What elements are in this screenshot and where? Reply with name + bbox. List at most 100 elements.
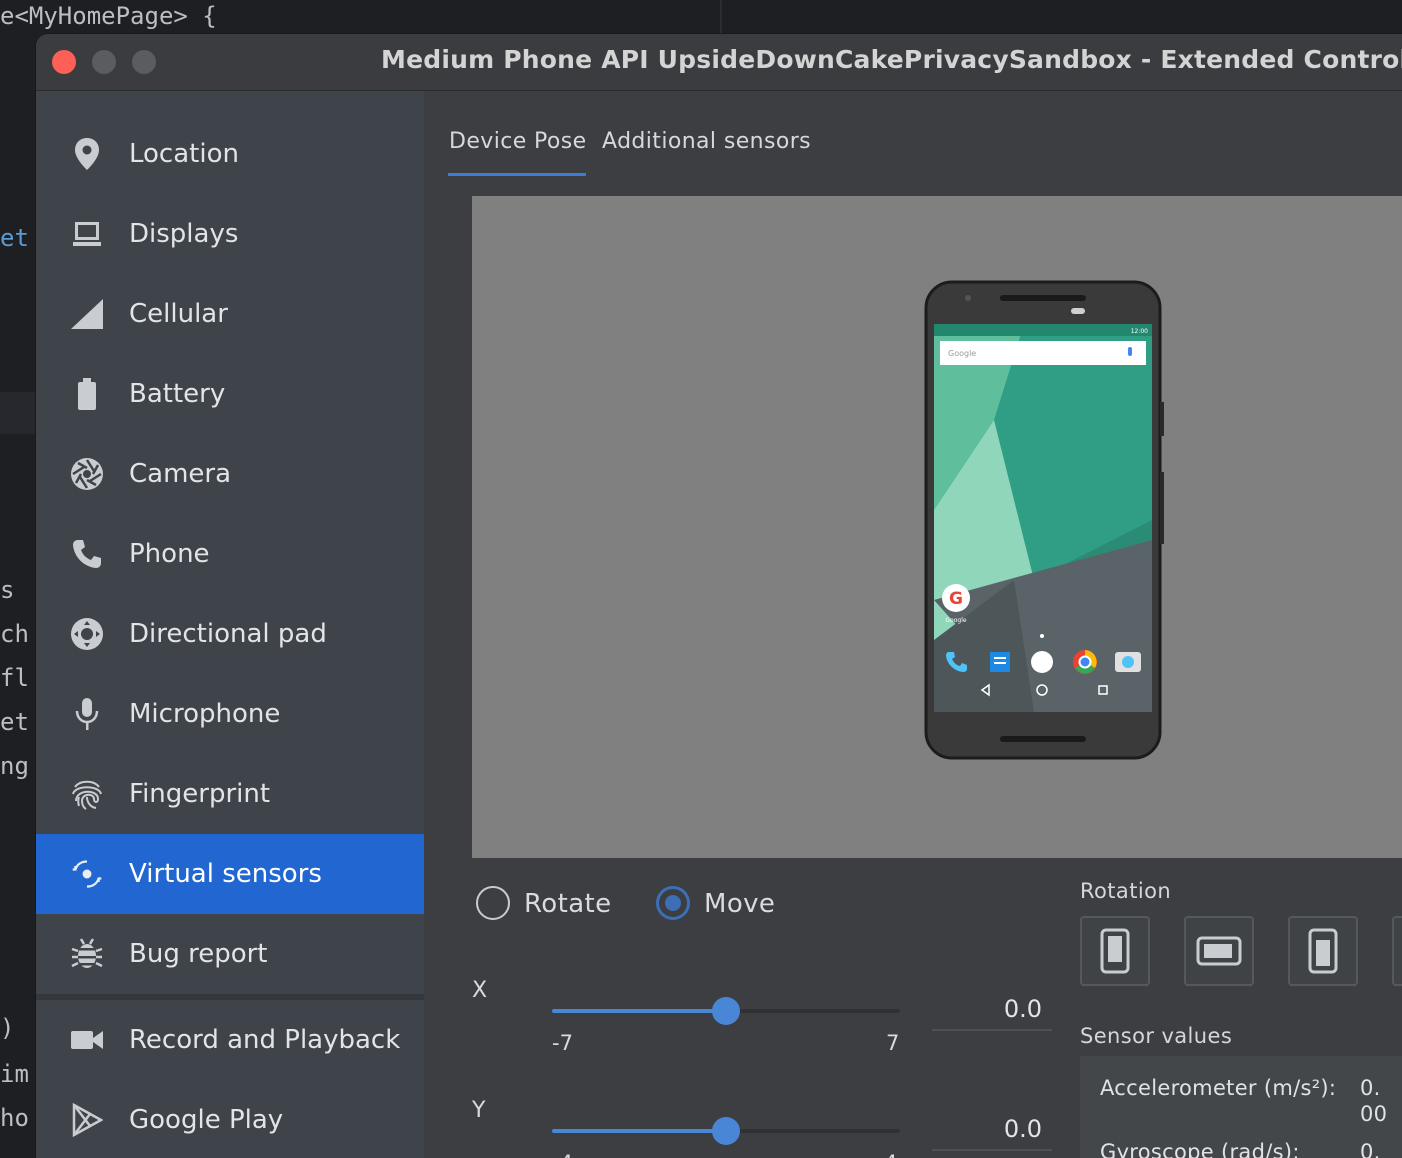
x-slider[interactable] [552, 997, 900, 1025]
ide-code-line: ch [0, 620, 29, 648]
sidebar-item-record-and-playback[interactable]: Record and Playback [36, 1000, 424, 1080]
ide-code-line: im [0, 1060, 29, 1088]
tab-selected-indicator [448, 173, 586, 176]
y-slider[interactable] [552, 1117, 900, 1145]
rotate-radio[interactable] [476, 886, 510, 920]
y-value-underline [932, 1149, 1052, 1151]
ide-code-line: e<MyHomePage> { [0, 2, 217, 30]
y-value: 0.0 [1003, 1115, 1042, 1143]
battery-icon [70, 377, 104, 411]
ide-highlighted-line [0, 392, 36, 434]
x-axis-label: X [472, 978, 488, 1003]
x-slider-min: -7 [552, 1031, 573, 1055]
cellular-signal-icon [70, 297, 104, 331]
sidebar-item-label: Location [129, 139, 239, 169]
x-slider-fill [552, 1009, 726, 1013]
sidebar-item-label: Fingerprint [129, 779, 271, 809]
maximize-window-button[interactable] [132, 50, 156, 74]
ide-code-line: fl [0, 664, 29, 692]
svg-text:G: G [949, 589, 963, 609]
sidebar-item-microphone[interactable]: Microphone [36, 674, 424, 754]
sidebar-item-fingerprint[interactable]: Fingerprint [36, 754, 424, 834]
dpad-icon [70, 617, 104, 651]
sidebar-item-label: Microphone [129, 699, 281, 729]
video-camera-icon [70, 1023, 104, 1057]
sidebar-item-battery[interactable]: Battery [36, 354, 424, 434]
title-bar[interactable]: Medium Phone API UpsideDownCakePrivacySa… [36, 34, 1402, 91]
y-axis-label: Y [472, 1098, 486, 1123]
ide-split-divider [720, 0, 722, 34]
sensor-values-panel: Accelerometer (m/s²): 0. 00 Gyroscope (r… [1080, 1056, 1402, 1158]
sidebar-item-label: Record and Playback [129, 1025, 401, 1055]
sidebar-item-label: Cellular [129, 299, 228, 329]
sidebar-item-label: Google Play [129, 1105, 284, 1135]
y-slider-max: 4 [884, 1151, 897, 1158]
sensor-values-title: Sensor values [1080, 1024, 1233, 1048]
display-icon [70, 217, 104, 251]
sidebar-item-label: Phone [129, 539, 210, 569]
reverse-portrait-icon [1308, 928, 1338, 974]
google-play-icon [70, 1103, 104, 1137]
portrait-icon [1100, 928, 1130, 974]
accelerometer-label: Accelerometer (m/s²): [1100, 1076, 1337, 1100]
sidebar-item-label: Virtual sensors [129, 859, 322, 889]
ide-code-line: ) [0, 1014, 15, 1042]
search-bar-hint: Google [948, 349, 976, 358]
sidebar-item-cellular[interactable]: Cellular [36, 274, 424, 354]
ide-code-line: ng [0, 752, 29, 780]
close-window-button[interactable] [52, 50, 76, 74]
sidebar-item-displays[interactable]: Displays [36, 194, 424, 274]
sidebar-item-google-play[interactable]: Google Play [36, 1080, 424, 1158]
y-slider-thumb[interactable] [712, 1117, 740, 1145]
status-bar-time: 12:00 [1131, 328, 1148, 335]
x-value-field[interactable]: 0.0 [932, 991, 1052, 1031]
virtual-sensors-icon [70, 857, 104, 891]
sidebar-item-location[interactable]: Location [36, 114, 424, 194]
bug-icon [70, 937, 104, 971]
microphone-icon [70, 697, 104, 731]
x-value: 0.0 [1003, 995, 1042, 1023]
fingerprint-icon [70, 777, 104, 811]
ide-code-line: et [0, 708, 29, 736]
ide-code-line: ho [0, 1104, 29, 1132]
rotate-reverse-portrait-button[interactable] [1288, 916, 1358, 986]
phone-icon [70, 537, 104, 571]
phone-model[interactable]: 12:00 Google G Google [924, 280, 1164, 762]
sidebar-item-directional-pad[interactable]: Directional pad [36, 594, 424, 674]
rotate-reverse-landscape-button[interactable] [1392, 916, 1402, 986]
rotate-landscape-button[interactable] [1184, 916, 1254, 986]
sidebar-item-phone[interactable]: Phone [36, 514, 424, 594]
rotate-label: Rotate [524, 889, 612, 919]
rotate-portrait-button[interactable] [1080, 916, 1150, 986]
move-radio[interactable] [656, 886, 690, 920]
gyroscope-value: 0. [1360, 1140, 1381, 1158]
rotation-title: Rotation [1080, 879, 1172, 903]
sidebar-item-label: Camera [129, 459, 232, 489]
accelerometer-value-line2: 00 [1360, 1102, 1388, 1126]
app-label: Google [945, 617, 966, 624]
y-value-field[interactable]: 0.0 [932, 1111, 1052, 1151]
accelerometer-value-line1: 0. [1360, 1076, 1381, 1100]
camera-aperture-icon [70, 457, 104, 491]
ide-code-line: s [0, 576, 29, 604]
device-pose-viewport[interactable]: 12:00 Google G Google [472, 196, 1402, 858]
sidebar-item-virtual-sensors[interactable]: Virtual sensors [36, 834, 424, 914]
minimize-window-button[interactable] [92, 50, 116, 74]
sidebar-item-label: Battery [129, 379, 226, 409]
location-pin-icon [70, 137, 104, 171]
x-value-underline [932, 1029, 1052, 1031]
landscape-icon [1196, 936, 1242, 966]
sidebar-item-camera[interactable]: Camera [36, 434, 424, 514]
x-slider-thumb[interactable] [712, 997, 740, 1025]
tab-device-pose[interactable]: Device Pose [449, 129, 587, 154]
virtual-sensors-panel: Device Pose Additional sensors 12:00 Goo… [424, 91, 1402, 1158]
sidebar-item-bug-report[interactable]: Bug report [36, 914, 424, 994]
extended-controls-window: Medium Phone API UpsideDownCakePrivacySa… [36, 34, 1402, 1158]
gyroscope-label: Gyroscope (rad/s): [1100, 1140, 1300, 1158]
window-title: Medium Phone API UpsideDownCakePrivacySa… [381, 45, 1402, 74]
tab-additional-sensors[interactable]: Additional sensors [602, 129, 811, 154]
sidebar-item-label: Directional pad [129, 619, 327, 649]
y-slider-fill [552, 1129, 726, 1133]
x-slider-max: 7 [886, 1031, 900, 1055]
move-label: Move [704, 889, 776, 919]
